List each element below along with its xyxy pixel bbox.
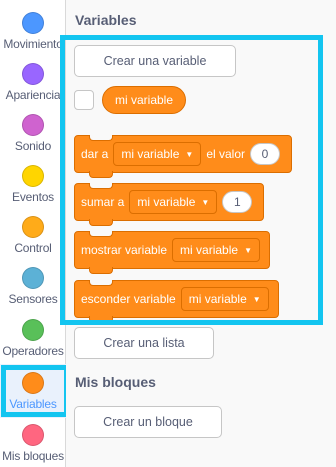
category-dot-icon (22, 63, 44, 85)
category-label: Operadores (2, 344, 64, 358)
variable-dropdown[interactable]: mi variable ▼ (113, 142, 202, 166)
variable-monitor-checkbox[interactable] (74, 90, 94, 110)
dropdown-label: mi variable (188, 292, 247, 306)
category-label: Mis bloques (2, 449, 64, 463)
category-label: Movimiento (3, 37, 63, 51)
category-mis-bloques[interactable]: Mis bloques (0, 416, 66, 467)
my-blocks-heading: Mis bloques (75, 374, 156, 390)
variable-dropdown[interactable]: mi variable ▼ (172, 238, 260, 262)
create-block-button[interactable]: Crear un bloque (74, 406, 222, 438)
block-text: dar a (81, 147, 109, 161)
category-dot-icon (22, 424, 44, 446)
change-variable-block[interactable]: sumar a mi variable ▼ 1 (74, 183, 264, 226)
category-dot-icon (22, 12, 44, 34)
category-label: Eventos (12, 190, 54, 204)
category-movimiento[interactable]: Movimiento (0, 4, 66, 58)
show-variable-block[interactable]: mostrar variable mi variable ▼ (74, 231, 270, 274)
variable-dropdown[interactable]: mi variable ▼ (129, 190, 218, 214)
category-dot-icon (22, 114, 44, 136)
caret-down-icon: ▼ (185, 149, 194, 159)
set-variable-block[interactable]: dar a mi variable ▼ el valor 0 (74, 135, 292, 178)
category-dot-icon (22, 216, 44, 238)
dropdown-label: mi variable (121, 147, 180, 161)
variables-heading: Variables (75, 12, 137, 28)
variable-dropdown[interactable]: mi variable ▼ (180, 287, 269, 311)
category-dot-icon (22, 165, 44, 187)
dropdown-label: mi variable (180, 243, 239, 257)
category-eventos[interactable]: Eventos (0, 157, 66, 211)
category-dot-icon (22, 372, 44, 394)
dropdown-label: mi variable (137, 195, 196, 209)
caret-down-icon: ▼ (244, 245, 252, 255)
block-text: esconder variable (81, 292, 176, 306)
value-input[interactable]: 1 (222, 191, 253, 213)
category-label: Control (14, 241, 52, 255)
variable-reporter-block[interactable]: mi variable (102, 86, 187, 114)
category-sidebar: Movimiento Apariencia Sonido Eventos Con… (0, 0, 66, 467)
category-label: Apariencia (5, 88, 61, 102)
create-variable-button[interactable]: Crear una variable (74, 45, 236, 77)
category-dot-icon (22, 267, 44, 289)
caret-down-icon: ▼ (252, 294, 261, 304)
block-text: mostrar variable (81, 243, 168, 257)
category-label: Sonido (14, 139, 52, 153)
value-input[interactable]: 0 (250, 143, 280, 165)
hide-variable-block[interactable]: esconder variable mi variable ▼ (74, 280, 279, 323)
caret-down-icon: ▼ (201, 197, 210, 207)
category-control[interactable]: Control (0, 208, 66, 262)
block-text: el valor (206, 147, 245, 161)
category-variables[interactable]: Variables (0, 364, 66, 418)
category-sonido[interactable]: Sonido (0, 106, 66, 160)
block-text: sumar a (81, 195, 125, 209)
category-apariencia[interactable]: Apariencia (0, 55, 66, 109)
category-operadores[interactable]: Operadores (0, 311, 66, 365)
category-label: Variables (9, 397, 57, 411)
category-label: Sensores (8, 292, 58, 306)
category-dot-icon (22, 319, 44, 341)
create-list-button[interactable]: Crear una lista (74, 327, 214, 359)
category-sensores[interactable]: Sensores (0, 259, 66, 313)
